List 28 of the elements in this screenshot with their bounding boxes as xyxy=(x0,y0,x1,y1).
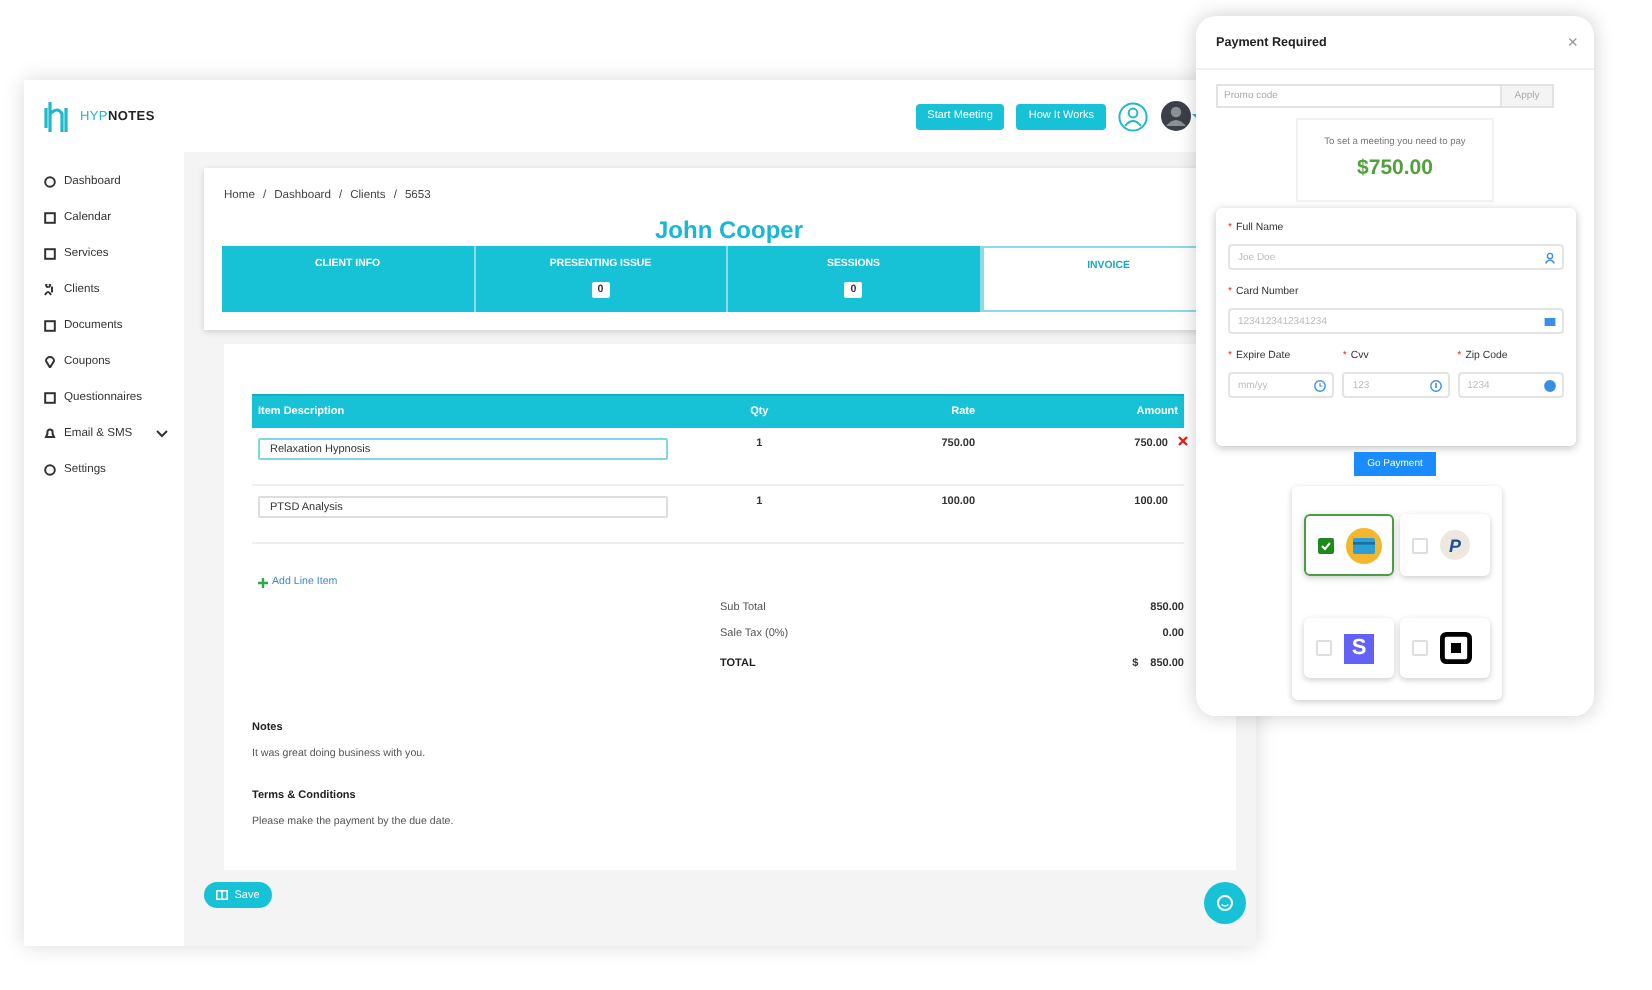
card-icon xyxy=(1544,315,1556,327)
logo-icon xyxy=(44,98,72,134)
card-icon xyxy=(1346,527,1382,563)
menu-icon xyxy=(44,212,56,224)
checkbox[interactable] xyxy=(1318,537,1334,553)
remove-icon[interactable] xyxy=(1178,436,1188,446)
user-icon[interactable] xyxy=(1118,101,1148,131)
save-icon xyxy=(216,890,229,900)
globe-icon xyxy=(1543,379,1556,391)
menu-icon xyxy=(44,464,56,476)
menu-icon xyxy=(44,248,56,260)
payment-method[interactable]: S xyxy=(1304,618,1394,678)
user-icon xyxy=(1544,251,1556,263)
menu-icon xyxy=(44,284,56,296)
menu-icon xyxy=(44,320,56,332)
plus-icon xyxy=(258,577,268,587)
chevron-icon xyxy=(156,430,168,438)
paypal-logo: P xyxy=(1440,530,1470,560)
menu-icon xyxy=(44,356,56,368)
menu-icon xyxy=(44,428,56,440)
clock-icon xyxy=(1314,379,1327,391)
payment-method[interactable]: P xyxy=(1400,514,1490,576)
stripe-logo: S xyxy=(1344,633,1374,663)
client-name: John Cooper xyxy=(655,216,803,244)
menu-icon xyxy=(44,176,56,188)
menu-icon xyxy=(44,392,56,404)
square-logo xyxy=(1440,632,1472,664)
amount-text: $750.00 xyxy=(1355,156,1435,180)
